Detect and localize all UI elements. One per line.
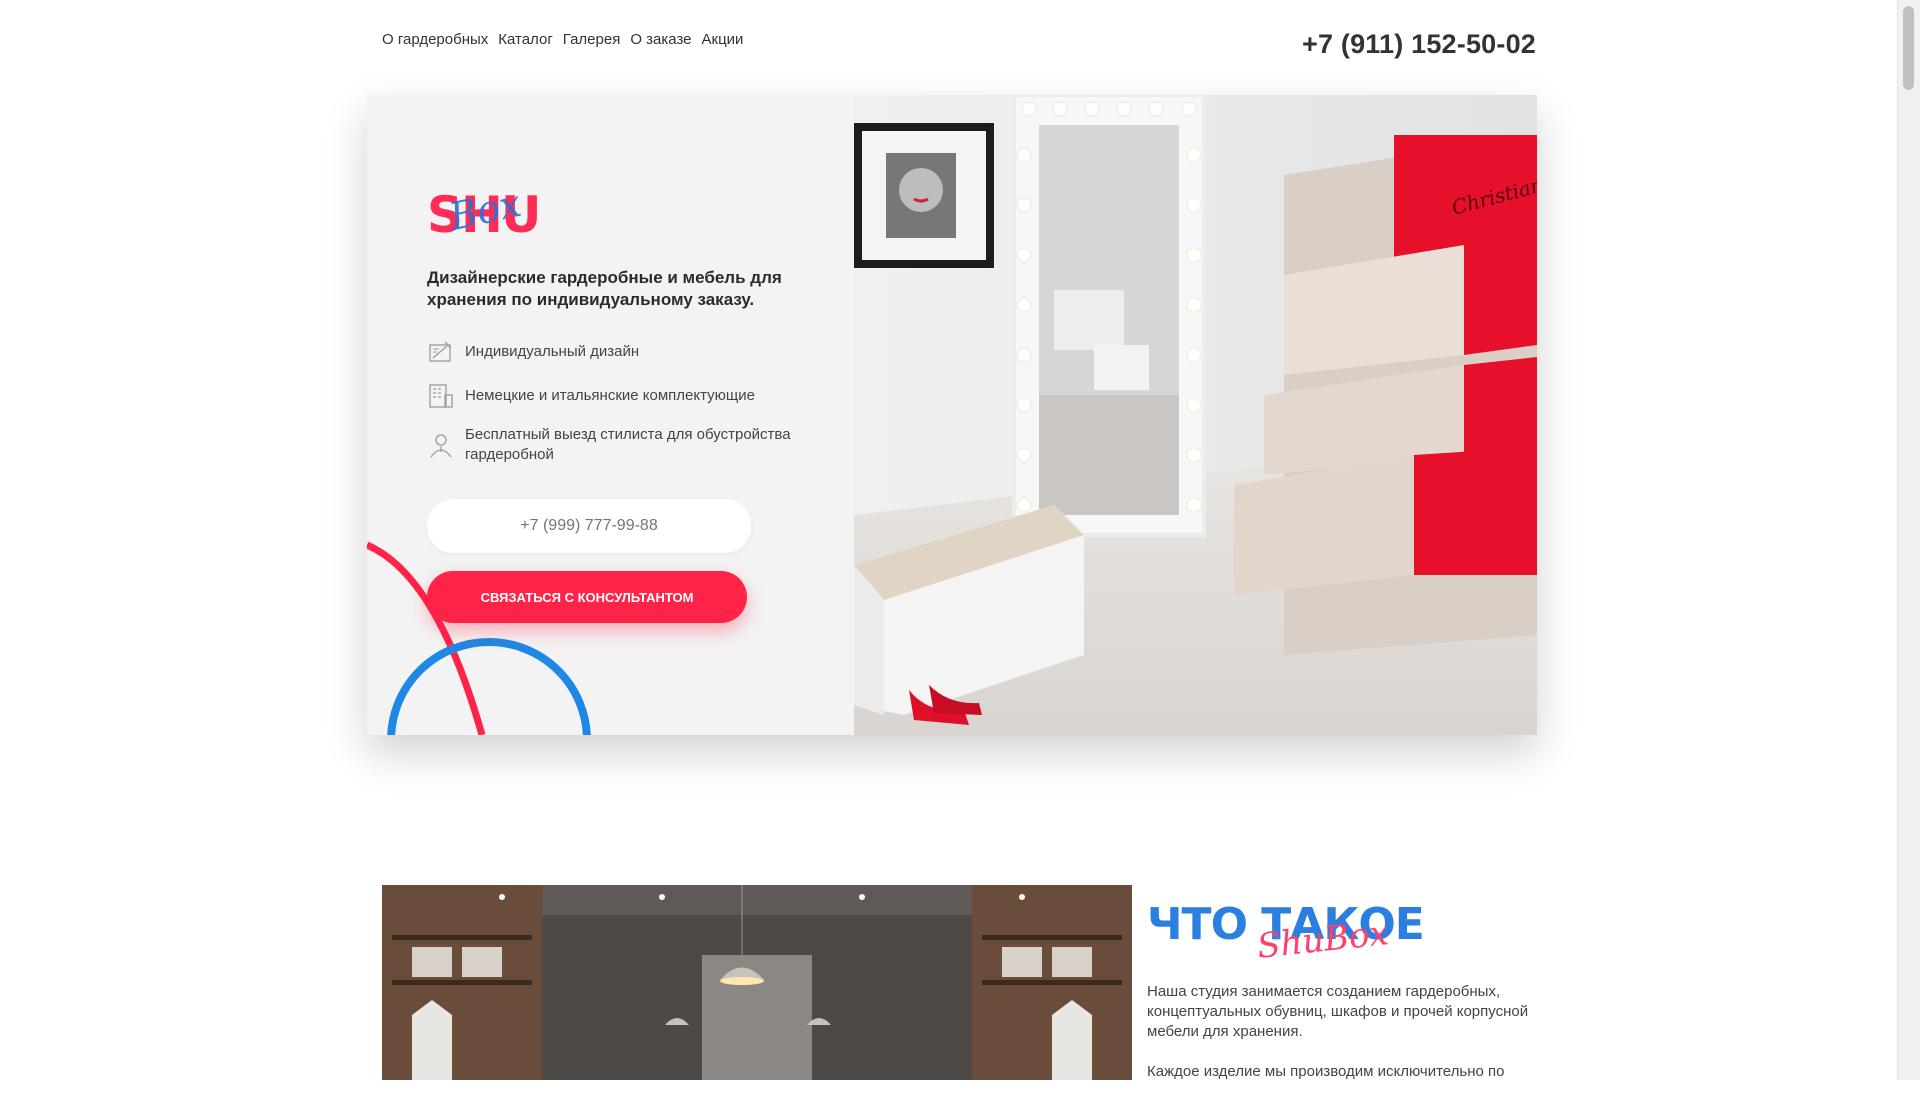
shubox-logo[interactable]: SHU Box [427, 181, 547, 240]
design-icon [429, 341, 452, 362]
feature-text: Немецкие и итальянские комплектующие [465, 387, 755, 404]
about-title: ЧТО ТАКОЕ ShuBox [1147, 900, 1447, 980]
feature-list: Индивидуальный дизайн Немецкие и итальян… [427, 337, 827, 479]
nav-link-about-wardrobes[interactable]: О гардеробных [382, 31, 488, 48]
about-description: Наша студия занимается созданием гардеро… [1147, 982, 1537, 1102]
hero-content: SHU Box Дизайнерские гардеробные и мебел… [367, 95, 854, 735]
stylist-icon [430, 434, 452, 458]
contact-consultant-button[interactable]: СВЯЗАТЬСЯ С КОНСУЛЬТАНТОМ [427, 571, 747, 623]
scrollbar-thumb[interactable] [1903, 6, 1914, 90]
main-nav: О гардеробных Каталог Галерея О заказе А… [382, 31, 743, 48]
header-phone[interactable]: +7 (911) 152-50-02 [1302, 29, 1536, 60]
feature-text: Бесплатный выезд стилиста для обустройст… [465, 426, 791, 463]
feature-text: Индивидуальный дизайн [465, 343, 640, 360]
page-scrollbar[interactable] [1897, 0, 1920, 1080]
feature-item: Индивидуальный дизайн [427, 337, 827, 367]
walk-in-closet-photo [382, 885, 1132, 1080]
feature-item: Бесплатный выезд стилиста для обустройст… [427, 425, 827, 465]
about-paragraph: Каждое изделие мы производим исключитель… [1147, 1063, 1505, 1080]
nav-link-promotions[interactable]: Акции [702, 31, 744, 48]
hero-card: SHU Box Дизайнерские гардеробные и мебел… [367, 95, 1537, 735]
nav-link-gallery[interactable]: Галерея [563, 31, 621, 48]
about-paragraph: Наша студия занимается созданием гардеро… [1147, 983, 1529, 1040]
nav-link-about-order[interactable]: О заказе [630, 31, 691, 48]
hero-wardrobe-photo: Christian Louboutin [854, 95, 1537, 735]
components-icon [429, 384, 453, 408]
nav-link-catalog[interactable]: Каталог [498, 31, 553, 48]
feature-item: Немецкие и итальянские комплектующие [427, 381, 827, 411]
phone-input[interactable] [427, 499, 751, 553]
hero-tagline: Дизайнерские гардеробные и мебель для хр… [427, 268, 782, 309]
